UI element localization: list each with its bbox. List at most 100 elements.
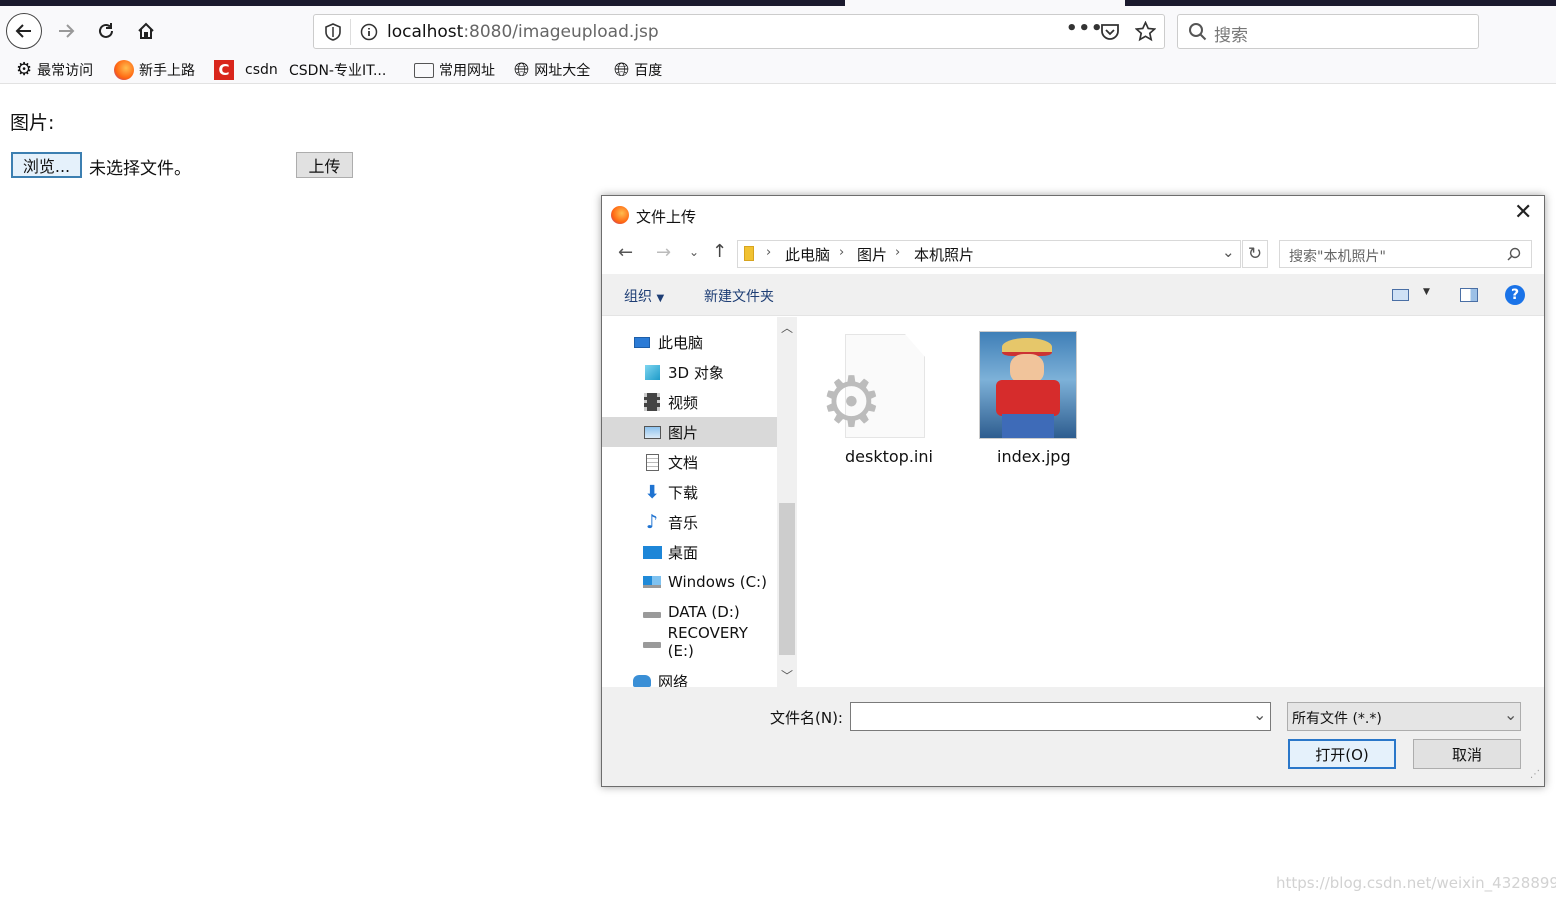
- bookmark-star-icon[interactable]: [1135, 21, 1156, 42]
- breadcrumb-local-photos[interactable]: 本机照片: [914, 244, 974, 265]
- refresh-button[interactable]: ↻: [1242, 240, 1268, 268]
- sidebar-item-documents[interactable]: 文档: [602, 447, 777, 477]
- sidebar-item-label: 音乐: [668, 513, 699, 532]
- cancel-button[interactable]: 取消: [1413, 739, 1521, 769]
- scrollbar-thumb[interactable]: [779, 503, 795, 655]
- file-name: index.jpg: [997, 447, 1071, 466]
- folder-search-input[interactable]: 搜索"本机照片": [1279, 240, 1532, 268]
- sidebar-item-drive-e[interactable]: RECOVERY (E:): [602, 624, 777, 660]
- new-folder-button[interactable]: 新建文件夹: [704, 286, 774, 306]
- sidebar-item-3d-objects[interactable]: 3D 对象: [602, 357, 777, 387]
- organize-menu[interactable]: 组织 ▼: [624, 286, 664, 306]
- help-icon[interactable]: ?: [1505, 285, 1525, 305]
- sidebar-item-label: 桌面: [668, 543, 699, 562]
- sidebar-item-this-pc[interactable]: 此电脑: [602, 327, 777, 357]
- breadcrumb-pictures[interactable]: 图片: [857, 244, 887, 265]
- preview-pane-icon[interactable]: [1460, 288, 1478, 302]
- film-icon: [642, 392, 662, 412]
- sidebar-item-drive-d[interactable]: DATA (D:): [602, 597, 777, 627]
- url-path: :8080/imageupload.jsp: [463, 22, 659, 42]
- download-arrow-icon: ⬇: [644, 481, 660, 503]
- back-button[interactable]: [6, 13, 42, 49]
- sidebar-item-label: Windows (C:): [668, 573, 767, 591]
- view-options-icon[interactable]: [1392, 289, 1409, 301]
- file-item-desktop-ini[interactable]: ⚙ desktop.ini: [818, 329, 948, 469]
- home-icon: [138, 22, 154, 39]
- network-icon: [632, 671, 652, 687]
- bookmark-label: CSDN-专业IT...: [289, 63, 387, 79]
- forward-button[interactable]: [48, 13, 84, 49]
- back-arrow-icon[interactable]: ←: [618, 242, 633, 263]
- bookmark-getting-started[interactable]: 新手上路: [114, 59, 195, 81]
- bookmark-folder-common[interactable]: 常用网址: [414, 59, 495, 81]
- document-icon: [642, 452, 662, 472]
- sidebar-item-label: DATA (D:): [668, 603, 740, 621]
- shield-icon[interactable]: [324, 23, 342, 41]
- filename-input[interactable]: ⌄: [850, 702, 1271, 731]
- bookmark-most-visited[interactable]: ⚙ 最常访问: [16, 59, 93, 81]
- sidebar-item-network[interactable]: 网络: [602, 666, 777, 687]
- sidebar-item-label: 文档: [668, 453, 699, 472]
- scroll-up-chevron-icon[interactable]: ︿: [781, 319, 793, 336]
- sidebar-item-label: 3D 对象: [668, 363, 724, 382]
- bookmark-baidu[interactable]: 🌐︎ 百度: [614, 59, 662, 81]
- upload-button[interactable]: 上传: [296, 152, 353, 178]
- filetype-value: 所有文件 (*.*): [1292, 711, 1382, 727]
- sidebar-item-label: 下载: [668, 483, 699, 502]
- watermark: https://blog.csdn.net/weixin_43288999: [1276, 874, 1556, 892]
- bookmark-site-directory[interactable]: 🌐︎ 网址大全: [514, 59, 590, 81]
- scroll-down-chevron-icon[interactable]: ﹀: [781, 667, 793, 684]
- globe-icon: 🌐︎: [614, 59, 630, 81]
- navigation-scrollbar[interactable]: ︿ ﹀: [777, 317, 797, 687]
- image-thumbnail: [979, 331, 1077, 439]
- info-icon[interactable]: [360, 23, 378, 41]
- sidebar-item-label: 视频: [668, 393, 699, 412]
- organize-label: 组织: [624, 289, 652, 305]
- breadcrumb-separator-icon: ›: [766, 245, 772, 260]
- address-dropdown-chevron-icon[interactable]: ⌄: [1222, 243, 1235, 261]
- sidebar-item-drive-c[interactable]: Windows (C:): [602, 567, 777, 597]
- music-note-icon: ♪: [645, 511, 659, 533]
- gear-icon: ⚙: [820, 361, 883, 443]
- bookmark-csdn[interactable]: Ccsdn: [214, 59, 278, 81]
- globe-icon: 🌐︎: [514, 59, 530, 81]
- browse-button[interactable]: 浏览...: [11, 152, 82, 178]
- filetype-select[interactable]: 所有文件 (*.*) ⌄: [1287, 702, 1521, 731]
- forward-arrow-icon[interactable]: →: [656, 242, 671, 263]
- file-item-index-jpg[interactable]: index.jpg: [968, 329, 1098, 469]
- dialog-title-bar[interactable]: 文件上传 ✕: [602, 196, 1544, 234]
- sidebar-item-desktop[interactable]: 桌面: [602, 537, 777, 567]
- recent-locations-chevron-icon[interactable]: ⌄: [689, 245, 699, 259]
- thumbnail-shirt: [996, 380, 1060, 416]
- navigation-pane[interactable]: 此电脑 3D 对象 视频 图片 文档 ⬇ 下载 ♪ 音乐 桌面 Windows (C…: [602, 317, 777, 687]
- open-button[interactable]: 打开(O): [1288, 739, 1396, 769]
- url-text[interactable]: localhost:8080/imageupload.jsp: [387, 22, 659, 42]
- firefox-icon: [611, 206, 629, 224]
- close-icon[interactable]: ✕: [1514, 202, 1532, 224]
- filename-label: 文件名(N):: [770, 709, 843, 727]
- sidebar-item-pictures[interactable]: 图片: [602, 417, 777, 447]
- home-button[interactable]: [128, 13, 164, 49]
- page-actions-icon[interactable]: •••: [1066, 18, 1104, 39]
- search-bar[interactable]: 搜索: [1177, 14, 1479, 49]
- address-bar[interactable]: › 此电脑 › 图片 › 本机照片 ⌄: [737, 240, 1241, 268]
- view-dropdown-triangle-icon[interactable]: ▼: [1423, 287, 1430, 297]
- file-list-area[interactable]: ⚙ desktop.ini index.jpg: [798, 317, 1544, 687]
- reload-button[interactable]: [88, 13, 124, 49]
- bookmark-label: 常用网址: [439, 63, 495, 79]
- url-bar[interactable]: localhost:8080/imageupload.jsp •••: [313, 14, 1165, 49]
- sidebar-item-music[interactable]: ♪ 音乐: [602, 507, 777, 537]
- sidebar-item-downloads[interactable]: ⬇ 下载: [602, 477, 777, 507]
- computer-icon: [632, 332, 652, 352]
- resize-grip-icon[interactable]: ⋰: [1530, 769, 1540, 780]
- filename-dropdown-chevron-icon[interactable]: ⌄: [1253, 705, 1266, 724]
- pocket-icon[interactable]: [1100, 22, 1120, 42]
- bookmark-csdn-it[interactable]: CSDN-专业IT...: [289, 59, 386, 81]
- sidebar-item-label: 网络: [658, 672, 689, 688]
- up-arrow-icon[interactable]: ↑: [712, 241, 727, 262]
- folder-search-placeholder: 搜索"本机照片": [1289, 249, 1386, 265]
- sidebar-item-videos[interactable]: 视频: [602, 387, 777, 417]
- command-bar: 组织 ▼ 新建文件夹 ▼ ?: [602, 274, 1544, 316]
- sidebar-item-label: RECOVERY (E:): [667, 624, 748, 660]
- breadcrumb-this-pc[interactable]: 此电脑: [785, 244, 830, 265]
